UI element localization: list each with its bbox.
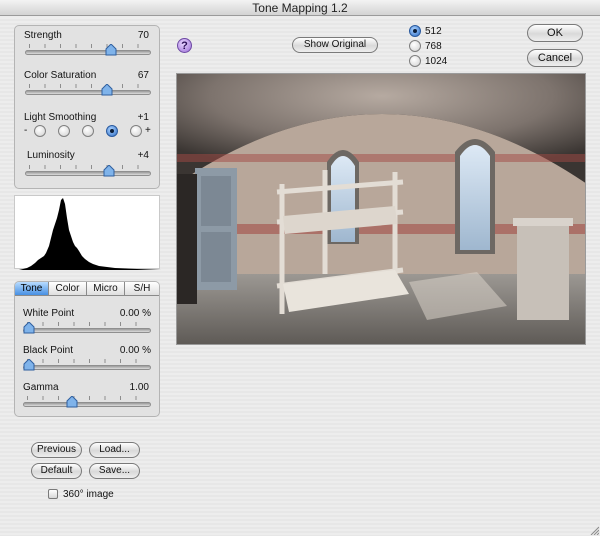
color-saturation-label: Color Saturation xyxy=(24,70,97,81)
dialog-content: Strength 70 Color Saturation 67 Light Sm… xyxy=(0,17,600,536)
save-button[interactable]: Save... xyxy=(89,463,140,479)
tone-mapping-window: Tone Mapping 1.2 Strength 70 Color Satur… xyxy=(0,0,600,536)
light-smoothing-minus: - xyxy=(24,125,28,136)
gamma-value: 1.00 xyxy=(129,382,149,393)
light-smoothing-option-4[interactable] xyxy=(106,125,118,137)
tone-panel: Tone Color Micro S/H White Point 0.00 % … xyxy=(14,281,160,417)
strength-slider-thumb[interactable] xyxy=(105,44,117,56)
strength-label: Strength xyxy=(24,30,62,41)
color-saturation-slider-track[interactable] xyxy=(25,90,151,95)
black-point-value: 0.00 % xyxy=(119,345,151,356)
light-smoothing-value: +1 xyxy=(137,112,149,123)
strength-ticks xyxy=(29,44,151,48)
size-768-label: 768 xyxy=(425,41,442,52)
preview-room-graphic xyxy=(177,74,585,344)
size-1024-label: 1024 xyxy=(425,56,448,67)
gamma-slider-track[interactable] xyxy=(23,402,151,407)
light-smoothing-plus: + xyxy=(145,125,151,136)
tab-sh[interactable]: S/H xyxy=(125,282,159,295)
white-point-slider-track[interactable] xyxy=(23,328,151,333)
tab-color[interactable]: Color xyxy=(49,282,87,295)
color-saturation-ticks xyxy=(29,84,151,88)
light-smoothing-option-3[interactable] xyxy=(82,125,94,137)
window-title: Tone Mapping 1.2 xyxy=(0,0,600,16)
size-768-radio[interactable] xyxy=(409,40,421,52)
settings-panel: Strength 70 Color Saturation 67 Light Sm… xyxy=(14,25,160,189)
size-512-radio[interactable] xyxy=(409,25,421,37)
color-saturation-slider-thumb[interactable] xyxy=(101,84,113,96)
360-image-checkbox[interactable] xyxy=(48,489,58,499)
gamma-slider-thumb[interactable] xyxy=(66,396,78,408)
tab-bar: Tone Color Micro S/H xyxy=(15,282,159,296)
white-point-label: White Point xyxy=(23,308,75,319)
light-smoothing-option-2[interactable] xyxy=(58,125,70,137)
histogram xyxy=(14,195,161,270)
luminosity-slider-track[interactable] xyxy=(25,171,151,176)
size-1024-radio[interactable] xyxy=(409,55,421,67)
tab-micro[interactable]: Micro xyxy=(87,282,125,295)
histogram-graph xyxy=(15,198,161,270)
luminosity-slider-thumb[interactable] xyxy=(103,165,115,177)
histogram-curve xyxy=(15,198,161,270)
white-point-value: 0.00 % xyxy=(119,308,151,319)
help-icon[interactable]: ? xyxy=(177,38,192,53)
luminosity-label: Luminosity xyxy=(27,150,75,161)
size-512-label: 512 xyxy=(425,26,442,37)
cancel-button[interactable]: Cancel xyxy=(527,49,583,67)
gamma-label: Gamma xyxy=(23,382,59,393)
preview-image xyxy=(176,73,586,345)
light-smoothing-option-1[interactable] xyxy=(34,125,46,137)
load-button[interactable]: Load... xyxy=(89,442,140,458)
resize-grip-icon[interactable] xyxy=(589,525,599,535)
black-point-slider-track[interactable] xyxy=(23,365,151,370)
black-point-ticks xyxy=(27,359,149,363)
show-original-button[interactable]: Show Original xyxy=(292,37,378,53)
tab-tone[interactable]: Tone xyxy=(15,282,49,295)
black-point-slider-thumb[interactable] xyxy=(23,359,35,371)
black-point-label: Black Point xyxy=(23,345,74,356)
previous-button[interactable]: Previous xyxy=(31,442,82,458)
strength-value: 70 xyxy=(137,30,149,41)
light-smoothing-option-5[interactable] xyxy=(130,125,142,137)
gamma-ticks xyxy=(27,396,149,400)
ok-button[interactable]: OK xyxy=(527,24,583,42)
default-button[interactable]: Default xyxy=(31,463,82,479)
luminosity-value: +4 xyxy=(137,150,149,161)
luminosity-ticks xyxy=(29,165,151,169)
white-point-ticks xyxy=(27,322,149,326)
360-image-label: 360° image xyxy=(63,489,114,500)
light-smoothing-label: Light Smoothing xyxy=(24,112,97,123)
color-saturation-value: 67 xyxy=(137,70,149,81)
white-point-slider-thumb[interactable] xyxy=(23,322,35,334)
strength-slider-track[interactable] xyxy=(25,50,151,55)
